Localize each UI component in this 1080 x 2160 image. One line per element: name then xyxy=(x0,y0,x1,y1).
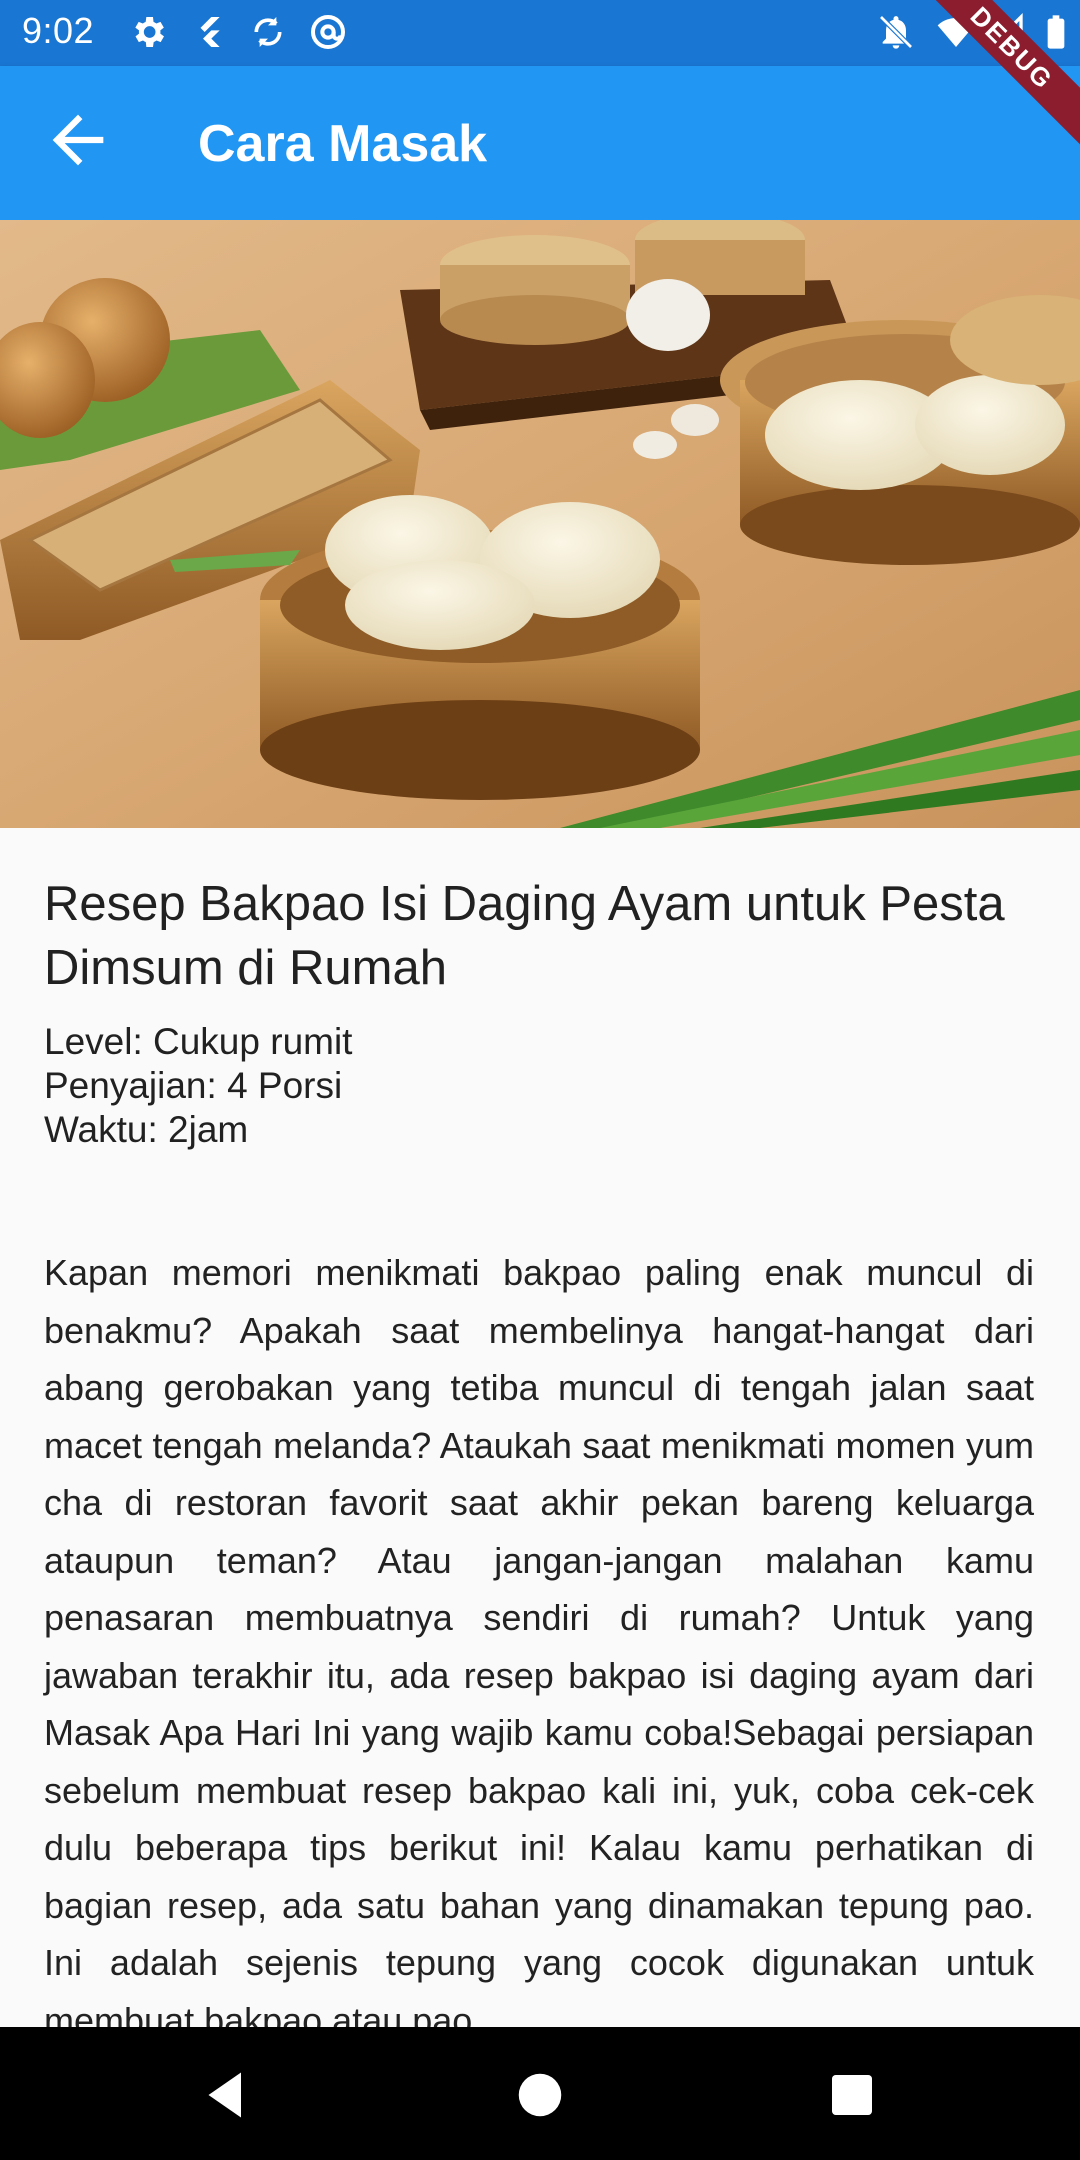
home-circle-icon[interactable] xyxy=(510,2065,570,2125)
recipe-description: Kapan memori menikmati bakpao paling ena… xyxy=(44,1252,1034,2041)
notifications-off-icon xyxy=(879,15,913,49)
recipe-meta: Level: Cukup rumit Penyajian: 4 Porsi Wa… xyxy=(44,1020,1034,1152)
recipe-time: Waktu: 2jam xyxy=(44,1109,249,1150)
recents-square-icon[interactable] xyxy=(822,2065,882,2125)
recipe-hero-image xyxy=(0,220,1080,828)
at-sign-icon xyxy=(311,15,345,49)
recipe-servings: Penyajian: 4 Porsi xyxy=(44,1065,343,1106)
gear-icon xyxy=(135,17,164,47)
recipe-level: Level: Cukup rumit xyxy=(44,1021,353,1062)
back-triangle-icon[interactable] xyxy=(196,2065,256,2125)
sync-icon xyxy=(254,17,282,47)
app-bar: Cara Masak xyxy=(0,66,1080,220)
status-time: 9:02 xyxy=(22,10,95,51)
status-bar: 9:02 xyxy=(0,0,1080,66)
recipe-title: Resep Bakpao Isi Daging Ayam untuk Pesta… xyxy=(44,877,1005,995)
recipe-content: Resep Bakpao Isi Daging Ayam untuk Pesta… xyxy=(44,872,1034,2049)
battery-icon xyxy=(1047,15,1065,49)
flutter-icon xyxy=(200,17,220,47)
system-nav-bar xyxy=(0,2027,1080,2160)
page-title: Cara Masak xyxy=(198,115,488,173)
arrow-back-icon[interactable] xyxy=(40,102,116,178)
